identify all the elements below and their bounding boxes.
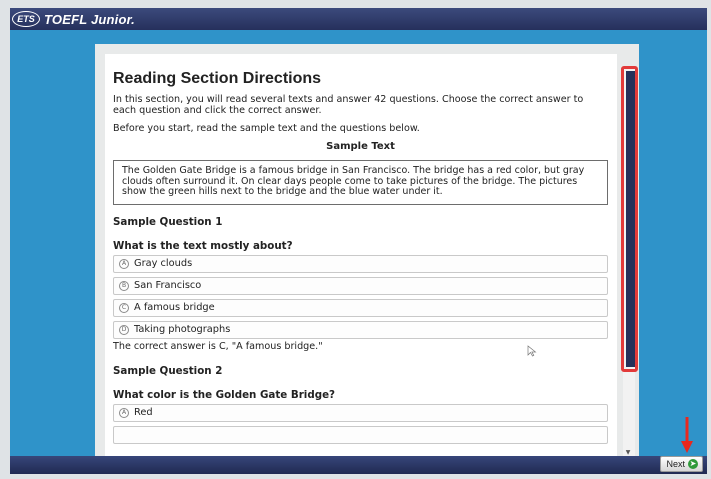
option-b-radio-icon: B <box>119 280 129 291</box>
next-button[interactable]: Next ➤ <box>660 456 703 472</box>
directions-text: In this section, you will read several t… <box>113 94 584 116</box>
app-title: TOEFL Junior. <box>44 11 135 27</box>
option-label: San Francisco <box>134 280 202 292</box>
question-1-text: What is the text mostly about? <box>113 239 293 252</box>
question-1-heading: Sample Question 1 <box>113 215 223 228</box>
page-title: Reading Section Directions <box>113 70 322 87</box>
q2-option-b[interactable] <box>113 425 608 444</box>
option-label: Taking photographs <box>134 324 231 336</box>
mouse-pointer-icon <box>527 345 537 357</box>
scrollbar-thumb[interactable] <box>626 71 636 367</box>
app-window: ETS TOEFL Junior. Reading Section Direct… <box>10 8 707 474</box>
instructions-text: Before you start, read the sample text a… <box>113 123 420 134</box>
bottom-bar: Next ➤ <box>10 456 707 474</box>
q1-option-d[interactable]: D Taking photographs <box>113 320 608 339</box>
reading-panel: Reading Section Directions In this secti… <box>105 54 617 464</box>
q1-option-c[interactable]: C A famous bridge <box>113 298 608 317</box>
next-button-label: Next <box>666 459 685 469</box>
q1-option-a[interactable]: A Gray clouds <box>113 254 608 273</box>
option-label: Red <box>134 407 153 419</box>
content-frame: Reading Section Directions In this secti… <box>95 44 639 464</box>
option-label: A famous bridge <box>134 302 215 314</box>
option-a-radio-icon: A <box>119 407 129 418</box>
option-a-radio-icon: A <box>119 258 129 269</box>
red-arrow-icon <box>681 417 693 453</box>
question-2-text: What color is the Golden Gate Bridge? <box>113 388 336 401</box>
option-c-radio-icon: C <box>119 302 129 313</box>
question-2-heading: Sample Question 2 <box>113 364 223 377</box>
q1-option-b[interactable]: B San Francisco <box>113 276 608 295</box>
arrow-right-circle-icon: ➤ <box>688 459 698 469</box>
sample-text-title: Sample Text <box>326 141 395 152</box>
ets-logo: ETS <box>12 11 40 27</box>
option-d-radio-icon: D <box>119 324 129 335</box>
q2-option-a[interactable]: A Red <box>113 403 608 422</box>
title-bar: ETS TOEFL Junior. <box>10 8 707 30</box>
sample-text-box: The Golden Gate Bridge is a famous bridg… <box>113 160 608 205</box>
option-label: Gray clouds <box>134 258 193 270</box>
